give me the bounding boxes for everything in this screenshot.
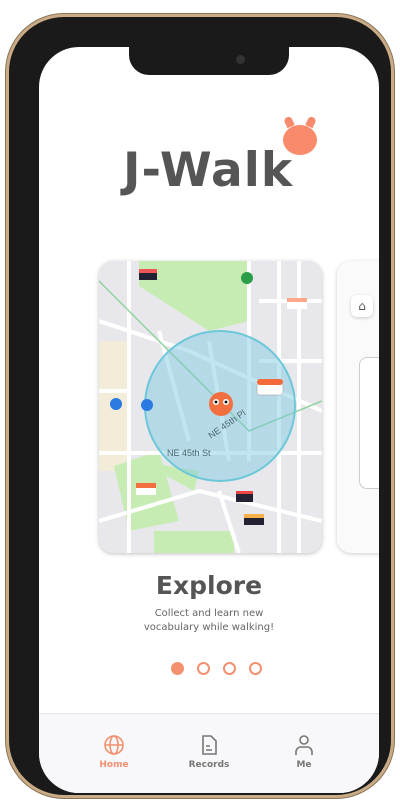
sushi-icon: [136, 483, 156, 495]
shop-pin-icon: [110, 398, 122, 410]
sushi-icon: [244, 514, 264, 525]
page-dot-1[interactable]: [171, 662, 184, 675]
tab-me[interactable]: Me: [269, 714, 339, 793]
sushi-icon: [256, 379, 284, 396]
street-label: NE 45th St: [167, 448, 211, 458]
description-line: vocabulary while walking!: [143, 622, 275, 633]
phone-frame: J-Walk NE 45th Pl NE 45th St ⌂ Explore C…: [6, 14, 394, 798]
park-pin-icon: [241, 272, 253, 284]
feature-description: Collect and learn new vocabulary while wa…: [39, 607, 379, 635]
sushi-icon: [236, 491, 253, 502]
screen: J-Walk NE 45th Pl NE 45th St ⌂ Explore C…: [39, 47, 379, 793]
feature-title: Explore: [155, 571, 263, 600]
page-dot-3[interactable]: [223, 662, 236, 675]
crab-character-icon: [209, 392, 233, 416]
tab-home[interactable]: Home: [79, 714, 149, 793]
next-card[interactable]: ⌂: [337, 261, 379, 553]
page-dot-4[interactable]: [249, 662, 262, 675]
notch: [129, 47, 289, 75]
shop-pin-icon: [141, 399, 153, 411]
tab-records[interactable]: Records: [174, 714, 244, 793]
explore-map-card[interactable]: NE 45th Pl NE 45th St: [99, 261, 322, 553]
sushi-icon: [287, 298, 307, 309]
tab-label: Me: [296, 760, 312, 770]
globe-icon: [104, 735, 124, 755]
app-logo: J-Walk: [123, 143, 294, 198]
card-panel: [359, 357, 379, 489]
camera-icon: [236, 55, 245, 64]
map: NE 45th Pl NE 45th St: [99, 261, 322, 553]
sushi-icon: [139, 269, 157, 280]
tab-label: Home: [99, 760, 129, 770]
tab-bar: Home Records Me: [39, 713, 379, 793]
tab-label: Records: [188, 760, 230, 770]
description-line: Collect and learn new: [154, 608, 264, 619]
crab-logo-icon: [283, 125, 317, 155]
home-icon[interactable]: ⌂: [351, 295, 373, 317]
document-icon: [202, 735, 217, 755]
page-indicator: [171, 662, 262, 675]
page-dot-2[interactable]: [197, 662, 210, 675]
person-icon: [295, 735, 313, 755]
